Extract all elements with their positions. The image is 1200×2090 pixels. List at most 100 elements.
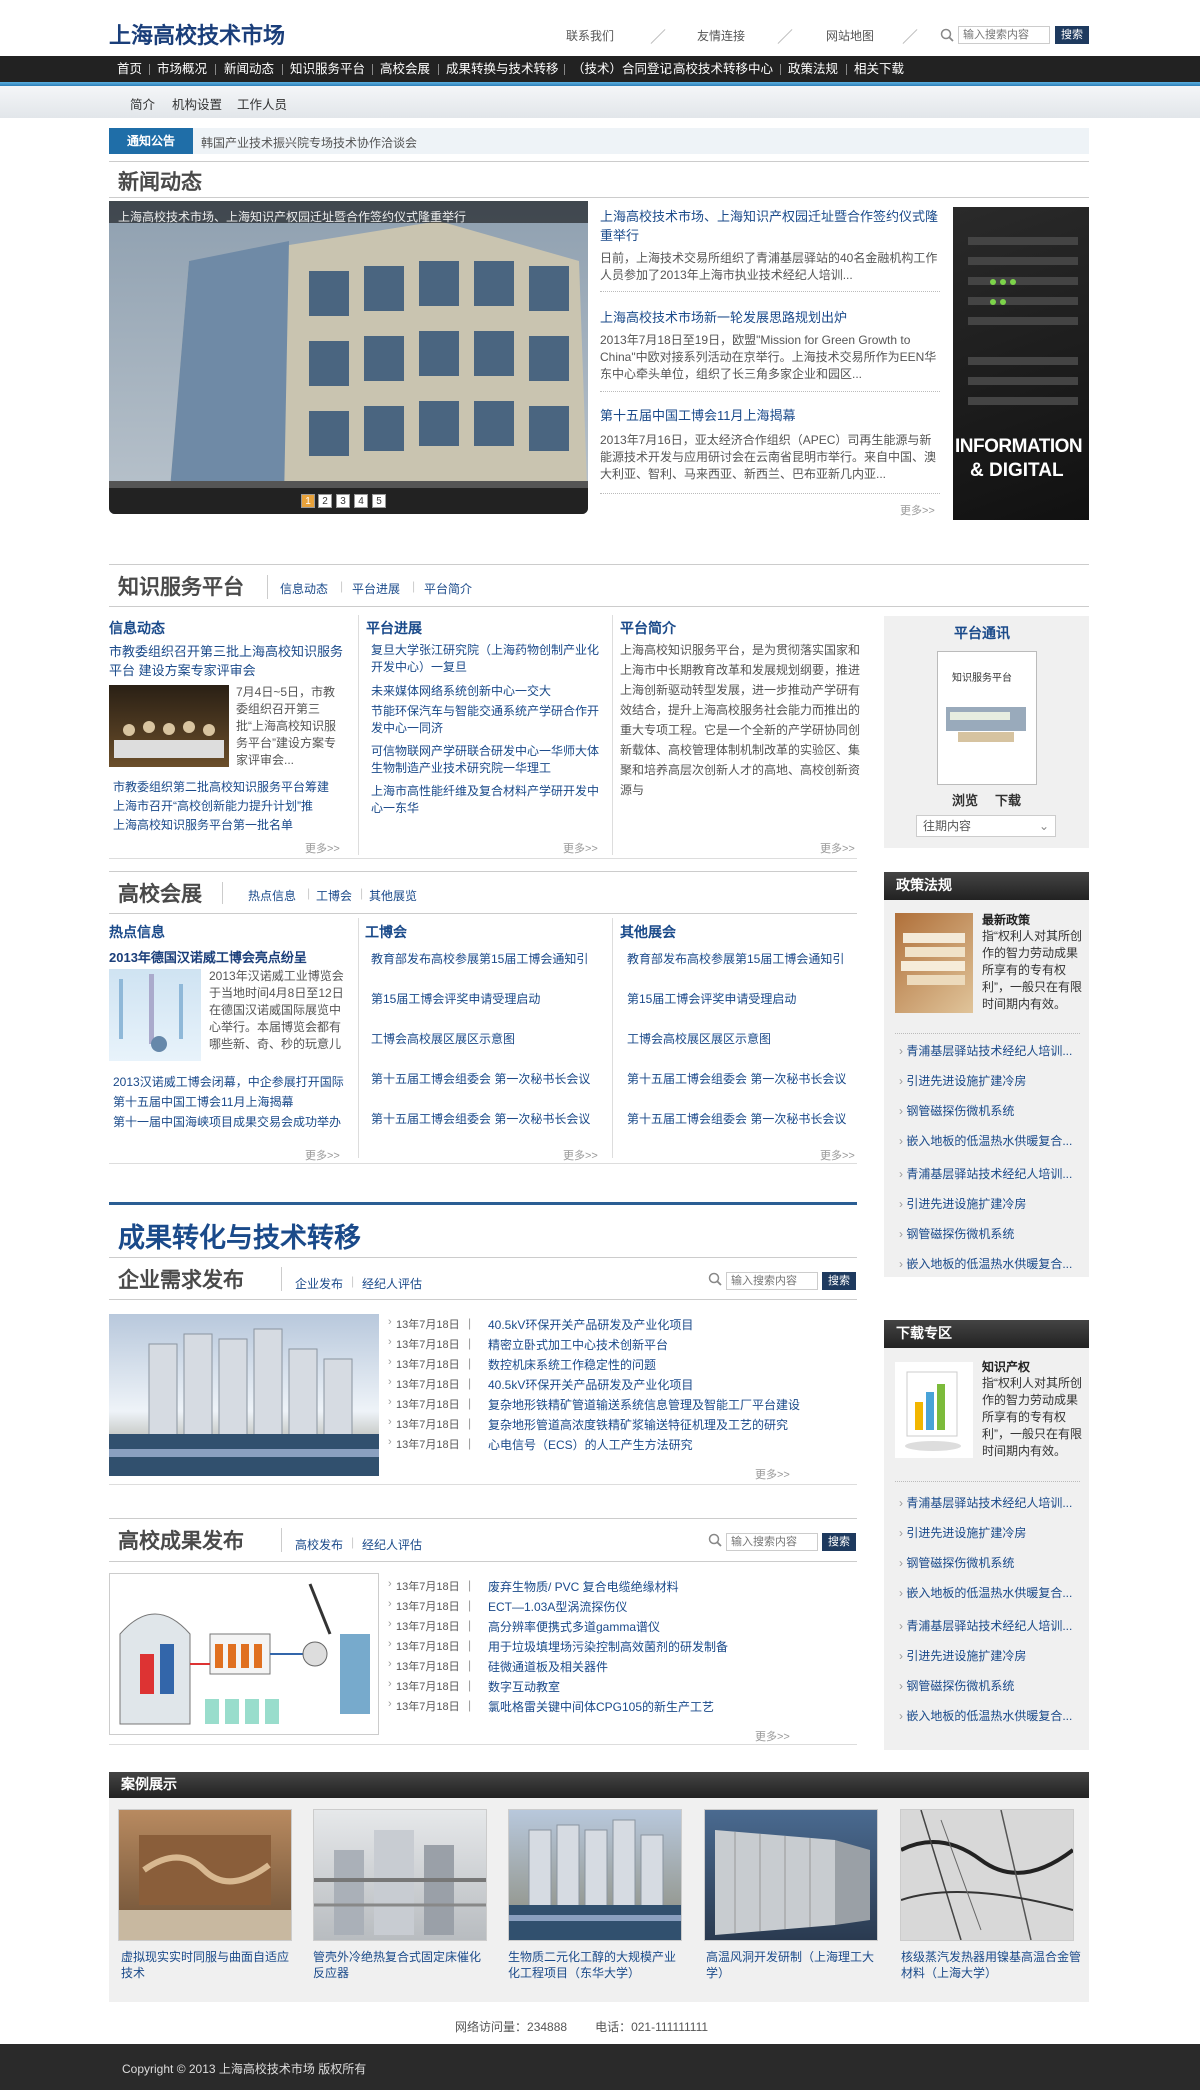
info-more-link[interactable]: 更多>> bbox=[305, 840, 340, 856]
list-item[interactable]: 硅微通道板及相关器件 bbox=[488, 1658, 608, 1675]
progress-link-3[interactable]: 节能环保汽车与智能交通系统产学研合作开发中心一同济 bbox=[371, 703, 607, 737]
subnav-org[interactable]: 机构设置 bbox=[172, 94, 222, 113]
fair-link-5[interactable]: 第十五届工博会组委会 第一次秘书长会议 bbox=[371, 1110, 590, 1127]
enterprise-search-input[interactable] bbox=[726, 1272, 818, 1290]
nav-market-overview[interactable]: 市场概况 bbox=[157, 56, 207, 82]
fair-link-1[interactable]: 教育部发布高校参展第15届工博会通知引 bbox=[371, 950, 588, 967]
slide-dot-2[interactable]: 2 bbox=[318, 494, 332, 508]
college-tab-broker[interactable]: 经纪人评估 bbox=[362, 1536, 422, 1553]
list-item[interactable]: 精密立卧式加工中心技术创新平台 bbox=[488, 1336, 668, 1353]
nav-downloads[interactable]: 相关下载 bbox=[854, 56, 904, 82]
enterprise-more-link[interactable]: 更多>> bbox=[755, 1466, 790, 1482]
other-link-2[interactable]: 第15届工博会评奖申请受理启动 bbox=[627, 990, 796, 1007]
nav-news[interactable]: 新闻动态 bbox=[224, 56, 274, 82]
download-link-2[interactable]: › 引进先进设施扩建冷房 bbox=[899, 1524, 1089, 1541]
case-caption-2[interactable]: 管壳外冷绝热复合式固定床催化反应器 bbox=[313, 1949, 485, 1981]
other-link-1[interactable]: 教育部发布高校参展第15届工博会通知引 bbox=[627, 950, 844, 967]
download-link-3[interactable]: › 钢管磁探伤微机系统 bbox=[899, 1554, 1089, 1571]
knowledge-tab-news[interactable]: 信息动态 bbox=[280, 580, 328, 597]
info-link-3[interactable]: 上海高校知识服务平台第一批名单 bbox=[113, 816, 293, 833]
college-search-button[interactable]: 搜索 bbox=[822, 1533, 856, 1551]
nav-policy[interactable]: 政策法规 bbox=[788, 56, 838, 82]
nav-transfer-center[interactable]: 高校技术转移中心 bbox=[673, 56, 773, 82]
college-tab-publish[interactable]: 高校发布 bbox=[295, 1536, 343, 1553]
enterprise-search-button[interactable]: 搜索 bbox=[822, 1272, 856, 1290]
download-link-1[interactable]: › 青浦基层驿站技术经纪人培训... bbox=[899, 1494, 1089, 1511]
list-item[interactable]: 氯吡格雷关键中间体CPG105的新生产工艺 bbox=[488, 1698, 714, 1715]
list-item[interactable]: 复杂地形管道高浓度铁精矿浆输送特征机理及工艺的研究 bbox=[488, 1416, 788, 1433]
policy-link-7[interactable]: › 钢管磁探伤微机系统 bbox=[899, 1225, 1089, 1242]
case-image-4[interactable] bbox=[704, 1809, 878, 1941]
news-headline-1[interactable]: 上海高校技术市场、上海知识产权园迁址暨合作签约仪式隆重举行 bbox=[600, 207, 940, 245]
college-search-input[interactable] bbox=[726, 1533, 818, 1551]
fair-link-4[interactable]: 第十五届工博会组委会 第一次秘书长会议 bbox=[371, 1070, 590, 1087]
hot-headline[interactable]: 2013年德国汉诺威工博会亮点纷呈 bbox=[109, 947, 307, 966]
news-more-link[interactable]: 更多>> bbox=[900, 502, 935, 518]
policy-link-2[interactable]: › 引进先进设施扩建冷房 bbox=[899, 1072, 1089, 1089]
slide-dot-5[interactable]: 5 bbox=[372, 494, 386, 508]
policy-link-6[interactable]: › 引进先进设施扩建冷房 bbox=[899, 1195, 1089, 1212]
case-caption-1[interactable]: 虚拟现实实时同服与曲面自适应技术 bbox=[121, 1949, 291, 1981]
friend-links-link[interactable]: 友情连接 bbox=[697, 27, 745, 44]
progress-more-link[interactable]: 更多>> bbox=[563, 840, 598, 856]
progress-link-2[interactable]: 未来媒体网络系统创新中心一交大 bbox=[371, 683, 607, 700]
enterprise-tab-broker[interactable]: 经纪人评估 bbox=[362, 1275, 422, 1292]
policy-link-3[interactable]: › 钢管磁探伤微机系统 bbox=[899, 1102, 1089, 1119]
download-link[interactable]: 下载 bbox=[995, 790, 1021, 809]
list-item[interactable]: 数字互动教室 bbox=[488, 1678, 560, 1695]
expo-tab-fair[interactable]: 工博会 bbox=[316, 887, 352, 904]
info-headline[interactable]: 市教委组织召开第三批上海高校知识服务平台 建设方案专家评审会 bbox=[109, 642, 349, 680]
policy-link-4[interactable]: › 嵌入地板的低温热水供暖复合... bbox=[899, 1132, 1089, 1149]
list-item[interactable]: 废弃生物质/ PVC 复合电缆绝缘材料 bbox=[488, 1578, 679, 1595]
list-item[interactable]: 复杂地形铁精矿管道输送系统信息管理及智能工厂平台建设 bbox=[488, 1396, 800, 1413]
search-button[interactable]: 搜索 bbox=[1055, 26, 1089, 44]
download-link-4[interactable]: › 嵌入地板的低温热水供暖复合... bbox=[899, 1584, 1089, 1601]
case-caption-5[interactable]: 核级蒸汽发热器用镍基高温合金管材料（上海大学） bbox=[901, 1949, 1081, 1981]
hot-link-3[interactable]: 第十一届中国海峡项目成果交易会成功举办 bbox=[113, 1113, 341, 1130]
news-headline-3[interactable]: 第十五届中国工博会11月上海揭幕 bbox=[600, 406, 940, 425]
past-issues-select[interactable]: 往期内容 ⌄ bbox=[916, 815, 1056, 837]
news-slideshow[interactable] bbox=[109, 201, 588, 514]
expo-tab-other[interactable]: 其他展览 bbox=[369, 887, 417, 904]
case-image-3[interactable] bbox=[508, 1809, 682, 1941]
policy-link-8[interactable]: › 嵌入地板的低温热水供暖复合... bbox=[899, 1255, 1089, 1272]
progress-link-5[interactable]: 上海市高性能纤维及复合材料产学研开发中心一东华 bbox=[371, 783, 607, 817]
expo-tab-hot[interactable]: 热点信息 bbox=[248, 887, 296, 904]
sitemap-link[interactable]: 网站地图 bbox=[826, 27, 874, 44]
contact-link[interactable]: 联系我们 bbox=[566, 27, 614, 44]
subnav-intro[interactable]: 简介 bbox=[130, 94, 155, 113]
list-item[interactable]: 高分辨率便携式多道gamma谱仪 bbox=[488, 1618, 660, 1635]
case-caption-4[interactable]: 高温风洞开发研制（上海理工大学） bbox=[706, 1949, 878, 1981]
other-link-3[interactable]: 工博会高校展区展区示意图 bbox=[627, 1030, 771, 1047]
enterprise-tab-publish[interactable]: 企业发布 bbox=[295, 1275, 343, 1292]
college-more-link[interactable]: 更多>> bbox=[755, 1728, 790, 1744]
info-link-2[interactable]: 上海市召开“高校创新能力提升计划”推 bbox=[113, 797, 313, 814]
download-link-5[interactable]: › 青浦基层驿站技术经纪人培训... bbox=[899, 1617, 1089, 1634]
subnav-staff[interactable]: 工作人员 bbox=[237, 94, 287, 113]
download-link-8[interactable]: › 嵌入地板的低温热水供暖复合... bbox=[899, 1707, 1089, 1724]
nav-contract[interactable]: （技术）合同登记 bbox=[572, 56, 672, 82]
info-link-1[interactable]: 市教委组织第二批高校知识服务平台筹建 bbox=[113, 778, 329, 795]
hot-more-link[interactable]: 更多>> bbox=[305, 1147, 340, 1163]
case-image-1[interactable] bbox=[118, 1809, 292, 1941]
nav-expo[interactable]: 高校会展 bbox=[380, 56, 430, 82]
other-link-5[interactable]: 第十五届工博会组委会 第一次秘书长会议 bbox=[627, 1110, 846, 1127]
slide-dot-3[interactable]: 3 bbox=[336, 494, 350, 508]
notice-link[interactable]: 韩国产业技术振兴院专场技术协作洽谈会 bbox=[201, 134, 417, 151]
download-link-7[interactable]: › 钢管磁探伤微机系统 bbox=[899, 1677, 1089, 1694]
list-item[interactable]: 用于垃圾填埋场污染控制高效菌剂的研发制备 bbox=[488, 1638, 728, 1655]
progress-link-4[interactable]: 可信物联网产学研联合研发中心一华师大体生物制造产业技术研究院一华理工 bbox=[371, 743, 607, 777]
case-image-2[interactable] bbox=[313, 1809, 487, 1941]
browse-link[interactable]: 浏览 bbox=[952, 790, 978, 809]
fair-link-3[interactable]: 工博会高校展区展区示意图 bbox=[371, 1030, 515, 1047]
nav-transfer[interactable]: 成果转换与技术转移 bbox=[446, 56, 559, 82]
case-image-5[interactable] bbox=[900, 1809, 1075, 1941]
nav-knowledge-platform[interactable]: 知识服务平台 bbox=[290, 56, 365, 82]
other-more-link[interactable]: 更多>> bbox=[820, 1147, 855, 1163]
hot-link-1[interactable]: 2013汉诺威工博会闭幕，中企参展打开国际 bbox=[113, 1073, 344, 1090]
policy-link-5[interactable]: › 青浦基层驿站技术经纪人培训... bbox=[899, 1165, 1089, 1182]
search-input[interactable] bbox=[958, 26, 1050, 44]
download-link-6[interactable]: › 引进先进设施扩建冷房 bbox=[899, 1647, 1089, 1664]
hot-link-2[interactable]: 第十五届中国工博会11月上海揭幕 bbox=[113, 1093, 293, 1110]
progress-link-1[interactable]: 复旦大学张江研究院（上海药物创制产业化开发中心）一复旦 bbox=[371, 642, 607, 676]
